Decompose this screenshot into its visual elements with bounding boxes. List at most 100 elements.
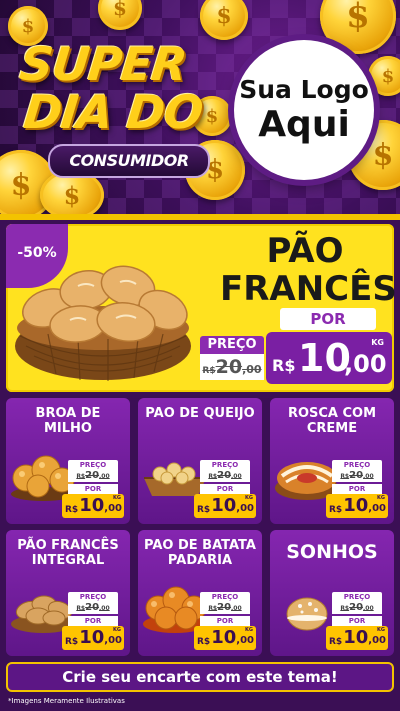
new-price-unit: KG: [371, 338, 384, 347]
new-price-unit: KG: [377, 627, 385, 633]
product-name: PÃO FRANCÊS INTEGRAL: [17, 538, 119, 568]
new-price-unit: KG: [245, 627, 253, 633]
por-label: POR: [68, 484, 118, 494]
price-tag: PREÇO R$20,00 POR R$ 10,00 KG: [62, 592, 124, 650]
product-name: ROSCA COM CREME: [287, 406, 377, 436]
preco-label: PREÇO: [332, 460, 382, 470]
product-card[interactable]: PÃO FRANCÊS INTEGRAL PREÇO R$20,00 POR R$ 10,…: [6, 530, 130, 656]
new-price-currency: R$: [65, 637, 79, 647]
title-line-2: DIA DO: [21, 85, 206, 139]
new-price-int: 10: [79, 495, 105, 516]
por-label: POR: [200, 616, 250, 626]
new-price-currency: R$: [272, 356, 296, 375]
old-price-currency: R$: [202, 366, 216, 376]
old-price-currency: R$: [208, 473, 218, 480]
preco-label: PREÇO: [200, 336, 264, 354]
new-price-currency: R$: [329, 637, 343, 647]
old-price-int: 20: [85, 470, 100, 481]
divider-bar: [0, 214, 400, 220]
old-price: R$20,00: [200, 354, 264, 380]
old-price-dec: ,00: [242, 363, 262, 376]
new-price-int: 10: [79, 627, 105, 648]
new-price-dec: ,00: [236, 503, 254, 514]
old-price-currency: R$: [340, 473, 350, 480]
new-price: R$ 10,00 KG: [62, 494, 124, 518]
disclaimer-text: *Imagens Meramente Ilustrativas: [8, 697, 125, 705]
new-price-dec: ,00: [368, 503, 386, 514]
new-price-unit: KG: [245, 495, 253, 501]
preco-label: PREÇO: [68, 460, 118, 470]
por-label: POR: [200, 484, 250, 494]
por-label: POR: [280, 308, 376, 330]
product-card[interactable]: PAO DE QUEIJO PREÇO R$20,00 POR R$ 10,00 KG: [138, 398, 262, 524]
old-price-int: 20: [217, 470, 232, 481]
new-price-unit: KG: [113, 627, 121, 633]
logo-placeholder[interactable]: Sua Logo Aqui: [234, 40, 374, 180]
new-price-int: 10: [343, 495, 369, 516]
new-price-dec: ,00: [104, 635, 122, 646]
featured-name-line-2: FRANCÊS: [220, 269, 397, 309]
old-price-dec: ,00: [363, 605, 374, 612]
old-price: R$20,00: [68, 602, 118, 614]
old-price-dec: ,00: [231, 605, 242, 612]
product-name: BROA DE MILHO: [35, 406, 101, 436]
preco-label: PREÇO: [332, 592, 382, 602]
new-price-unit: KG: [113, 495, 121, 501]
new-price-currency: R$: [197, 637, 211, 647]
por-label: POR: [332, 616, 382, 626]
logo-text-line-2: Aqui: [258, 104, 350, 145]
old-price-int: 20: [349, 602, 364, 613]
price-tag: PREÇO R$20,00 POR R$ 10,00 KG: [326, 460, 388, 518]
old-price-dec: ,00: [363, 473, 374, 480]
new-price-int: 10: [343, 627, 369, 648]
new-price-unit: KG: [377, 495, 385, 501]
old-price-dec: ,00: [99, 473, 110, 480]
product-card[interactable]: PAO DE BATATA PADARIA PREÇO R$20,00 POR R$ 10…: [138, 530, 262, 656]
old-price-dec: ,00: [231, 473, 242, 480]
header-banner: $ $ $ $ $ $ $ $ $ $ SUPER DIA DO CONSUMI…: [0, 0, 400, 218]
cta-banner[interactable]: Crie seu encarte com este tema!: [6, 662, 394, 692]
preco-label: PREÇO: [200, 592, 250, 602]
new-price-int: 10: [211, 495, 237, 516]
product-card[interactable]: ROSCA COM CREME PREÇO R$20,00 POR R$ 10,00 KG: [270, 398, 394, 524]
new-price-currency: R$: [329, 505, 343, 515]
featured-name-line-1: PÃO: [266, 231, 344, 271]
product-name: PAO DE QUEIJO: [145, 406, 255, 421]
new-price: R$ 10,00 KG: [62, 626, 124, 650]
price-tag: PREÇO R$20,00 POR R$ 10,00 KG: [326, 592, 388, 650]
old-price: R$20,00: [200, 470, 250, 482]
old-price-currency: R$: [340, 605, 350, 612]
por-label: POR: [68, 616, 118, 626]
price-tag: PREÇO R$20,00 POR R$ 10,00 KG: [62, 460, 124, 518]
campaign-title: SUPER DIA DO CONSUMIDOR: [17, 30, 220, 190]
new-price: R$ 10,00 KG: [326, 494, 388, 518]
new-price-dec: ,00: [368, 635, 386, 646]
title-line-1: SUPER: [17, 37, 189, 91]
old-price-int: 20: [215, 356, 243, 378]
product-name: PAO DE BATATA PADARIA: [144, 538, 256, 568]
product-card[interactable]: SONHOS PREÇO R$20,00 POR R$ 10,00 KG: [270, 530, 394, 656]
preco-label: PREÇO: [200, 460, 250, 470]
old-price: R$20,00: [68, 470, 118, 482]
new-price-int: 10: [298, 336, 351, 380]
old-price: R$20,00: [332, 602, 382, 614]
new-price-int: 10: [211, 627, 237, 648]
campaign-subtitle: CONSUMIDOR: [48, 144, 210, 178]
new-price: R$ 10,00 KG: [194, 626, 256, 650]
new-price-currency: R$: [197, 505, 211, 515]
price-tag: PREÇO R$20,00 POR R$ 10,00 KG: [194, 460, 256, 518]
old-price-currency: R$: [208, 605, 218, 612]
new-price-dec: ,00: [236, 635, 254, 646]
old-price-dec: ,00: [99, 605, 110, 612]
bread-basket-image: [15, 265, 191, 381]
old-price-int: 20: [217, 602, 232, 613]
old-price: R$20,00: [332, 470, 382, 482]
new-price-dec: ,00: [344, 350, 387, 378]
old-price-currency: R$: [76, 605, 86, 612]
featured-product-name: PÃO FRANCÊS: [220, 231, 397, 309]
product-card[interactable]: BROA DE MILHO PREÇO R$20,00 POR R$ 10,00 KG: [6, 398, 130, 524]
price-tag: PREÇO R$20,00 POR R$ 10,00 KG: [194, 592, 256, 650]
old-price-int: 20: [85, 602, 100, 613]
new-price-currency: R$: [65, 505, 79, 515]
coin-icon: $: [368, 56, 400, 96]
